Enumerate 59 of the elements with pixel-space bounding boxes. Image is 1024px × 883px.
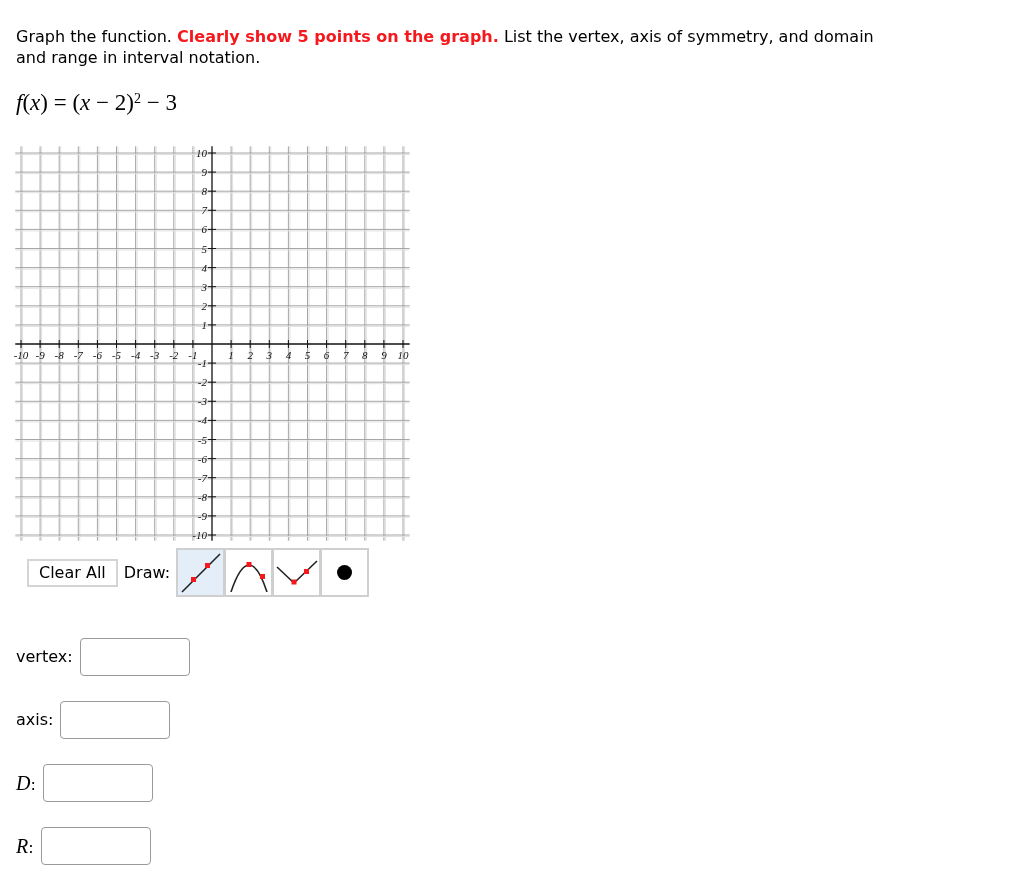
y-tick-label: -9 bbox=[197, 509, 207, 522]
field-label: axis: bbox=[16, 709, 54, 731]
x-tick-label: 7 bbox=[342, 349, 349, 361]
field-label: vertex: bbox=[16, 646, 73, 668]
x-tick-label: -2 bbox=[169, 349, 179, 361]
x-tick-label: 3 bbox=[266, 349, 273, 361]
draw-label: Draw: bbox=[123, 561, 171, 584]
y-tick-label: -10 bbox=[192, 529, 207, 541]
answer-field[interactable] bbox=[40, 827, 151, 865]
field-label: D: bbox=[16, 771, 36, 796]
answer-field[interactable] bbox=[42, 764, 153, 802]
x-tick-label: 2 bbox=[247, 349, 253, 361]
y-tick-label: -4 bbox=[197, 414, 207, 427]
x-tick-label: -7 bbox=[73, 349, 83, 361]
x-tick-label: 4 bbox=[285, 349, 292, 361]
y-tick-label: 5 bbox=[201, 242, 207, 255]
x-tick-label: -6 bbox=[92, 349, 102, 361]
x-tick-label: -8 bbox=[54, 349, 64, 361]
y-tick-label: -8 bbox=[197, 490, 207, 503]
clear-all-button[interactable]: Clear All bbox=[27, 558, 118, 587]
y-tick-label: -2 bbox=[197, 376, 207, 389]
line-with-points-icon bbox=[180, 552, 221, 593]
y-tick-label: -6 bbox=[197, 452, 207, 465]
y-tick-label: 8 bbox=[201, 185, 207, 198]
x-tick-label: 8 bbox=[362, 349, 368, 361]
dot-icon bbox=[337, 565, 353, 580]
y-tick-label: -5 bbox=[197, 433, 207, 446]
y-tick-label: 9 bbox=[201, 166, 207, 179]
x-tick-label: -10 bbox=[13, 349, 29, 361]
x-tick-label: 9 bbox=[381, 349, 387, 361]
x-tick-label: 5 bbox=[304, 349, 311, 361]
x-tick-label: -9 bbox=[35, 349, 45, 361]
x-tick-label: 1 bbox=[228, 349, 234, 361]
y-tick-label: 4 bbox=[201, 261, 207, 274]
y-tick-label: -7 bbox=[197, 471, 207, 484]
y-tick-label: 10 bbox=[196, 147, 207, 159]
y-tick-label: 2 bbox=[201, 299, 207, 312]
y-tick-label: 3 bbox=[201, 280, 207, 293]
parabola-tool-button[interactable] bbox=[224, 548, 274, 597]
instructions-text: Graph the function. Clearly show 5 points on the graph. List the vertex, axis of symmetry, and domain and range in interval notation. bbox=[16, 26, 875, 68]
v-shape-tool-button[interactable] bbox=[272, 548, 322, 597]
line-tool-button[interactable] bbox=[176, 548, 226, 597]
answer-field[interactable] bbox=[60, 701, 171, 739]
x-tick-label: -1 bbox=[188, 349, 198, 361]
x-tick-label: 10 bbox=[397, 349, 409, 361]
point-tool-button[interactable] bbox=[320, 548, 370, 597]
x-tick-label: -4 bbox=[131, 349, 141, 361]
y-tick-label: 1 bbox=[201, 318, 207, 331]
function-formula: f(x) = (x − 2)$^{2}$ − 3 bbox=[16, 89, 177, 117]
v-shape-icon bbox=[275, 559, 318, 586]
answer-field[interactable] bbox=[79, 638, 190, 676]
x-tick-label: -3 bbox=[150, 349, 160, 361]
y-tick-label: -1 bbox=[197, 357, 207, 370]
y-tick-label: -3 bbox=[197, 395, 207, 408]
field-label: R: bbox=[16, 834, 34, 859]
y-tick-label: 6 bbox=[201, 223, 207, 236]
x-tick-label: 6 bbox=[323, 349, 330, 361]
y-tick-label: 7 bbox=[201, 204, 207, 217]
x-tick-label: -5 bbox=[111, 349, 122, 361]
